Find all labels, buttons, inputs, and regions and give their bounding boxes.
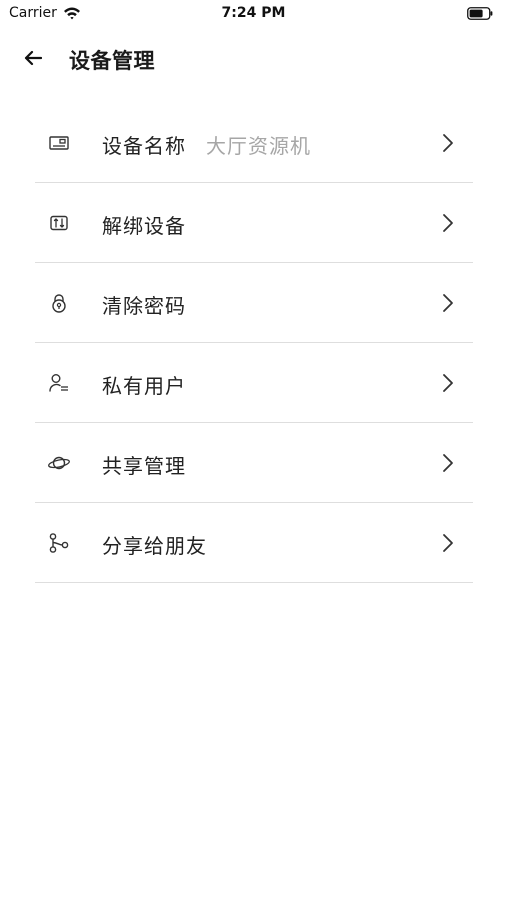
- chevron-right-icon: [443, 214, 453, 232]
- lock-icon: [47, 292, 71, 314]
- menu-item-share-with-friends[interactable]: 分享给朋友: [35, 503, 473, 583]
- nav-bar: 设备管理: [0, 36, 507, 80]
- chevron-right-icon: [443, 374, 453, 392]
- back-button[interactable]: [18, 44, 48, 72]
- chevron-right-icon: [443, 534, 453, 552]
- menu-item-label: 共享管理: [102, 454, 186, 478]
- user-list-icon: [47, 372, 71, 394]
- arrow-left-icon: [24, 50, 42, 66]
- menu-item-share-management[interactable]: 共享管理: [35, 423, 473, 503]
- device-card-icon: [47, 132, 71, 154]
- share-icon: [47, 532, 71, 554]
- status-bar: Carrier 7:24 PM: [0, 0, 507, 28]
- unbind-icon: [47, 212, 71, 234]
- menu-item-label: 私有用户: [102, 374, 186, 398]
- menu-item-label: 分享给朋友: [102, 534, 207, 558]
- menu-item-unbind-device[interactable]: 解绑设备: [35, 183, 473, 263]
- status-time: 7:24 PM: [221, 5, 286, 21]
- chevron-right-icon: [443, 294, 453, 312]
- chevron-right-icon: [443, 454, 453, 472]
- chevron-right-icon: [443, 134, 453, 152]
- planet-icon: [47, 452, 71, 474]
- device-name-value: 大厅资源机: [206, 134, 311, 158]
- menu-item-private-users[interactable]: 私有用户: [35, 343, 473, 423]
- device-management-screen: Carrier 7:24 PM 设备管理 设备名称 大厅资源机 解绑设备 清除密…: [0, 0, 507, 900]
- settings-menu: 设备名称 大厅资源机 解绑设备 清除密码 私有用户 共享管理 分享给朋友: [35, 103, 473, 583]
- menu-item-label: 解绑设备: [102, 214, 186, 238]
- menu-item-label: 清除密码: [102, 294, 186, 318]
- menu-item-clear-password[interactable]: 清除密码: [35, 263, 473, 343]
- menu-item-label: 设备名称: [102, 134, 186, 158]
- menu-item-device-name[interactable]: 设备名称 大厅资源机: [35, 103, 473, 183]
- battery-icon: [467, 7, 493, 20]
- page-title: 设备管理: [69, 49, 155, 73]
